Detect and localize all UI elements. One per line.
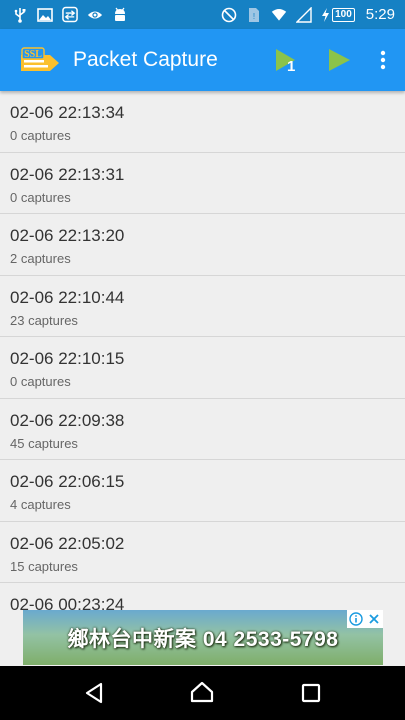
home-icon bbox=[191, 681, 214, 703]
session-timestamp: 02-06 22:06:15 bbox=[10, 472, 125, 491]
session-timestamp: 02-06 22:13:20 bbox=[10, 226, 125, 245]
session-timestamp: 02-06 22:10:15 bbox=[10, 349, 125, 368]
do-not-disturb-icon bbox=[221, 7, 237, 23]
session-capture-count: 0 captures bbox=[10, 128, 71, 143]
screen: ! 100 5:29 SSL Packet Capture 1 02-06 22… bbox=[0, 0, 405, 720]
app-logo-icon: SSL bbox=[18, 45, 62, 75]
navigation-bar bbox=[0, 666, 405, 720]
session-timestamp: 02-06 22:13:34 bbox=[10, 103, 125, 122]
home-button[interactable] bbox=[177, 668, 227, 718]
session-capture-count: 23 captures bbox=[10, 312, 78, 328]
wifi-icon bbox=[271, 7, 287, 23]
back-button[interactable] bbox=[69, 668, 119, 718]
session-timestamp: 02-06 22:09:38 bbox=[10, 410, 125, 430]
start-target-app-button[interactable]: 1 bbox=[261, 36, 309, 84]
battery-charging-icon: 100 bbox=[321, 7, 355, 23]
session-timestamp: 02-06 22:13:31 bbox=[10, 164, 125, 184]
list-item[interactable]: 02-06 22:13:34 0 captures bbox=[0, 91, 405, 153]
session-capture-count: 0 captures bbox=[10, 374, 71, 389]
svg-text:!: ! bbox=[253, 12, 255, 21]
list-item[interactable]: 02-06 22:10:44 23 captures bbox=[0, 276, 405, 337]
list-item[interactable]: 02-06 22:13:20 2 captures bbox=[0, 214, 405, 276]
eye-icon bbox=[87, 7, 103, 23]
recents-button[interactable] bbox=[286, 668, 336, 718]
more-vert-icon bbox=[380, 50, 386, 70]
image-icon bbox=[37, 7, 53, 23]
session-capture-count: 45 captures bbox=[10, 435, 78, 451]
app-bar: SSL Packet Capture 1 bbox=[0, 29, 405, 91]
status-bar: ! 100 5:29 bbox=[0, 0, 405, 29]
ad-info-icon[interactable] bbox=[347, 610, 365, 628]
play-icon bbox=[329, 49, 350, 71]
list-item[interactable]: 02-06 22:10:15 0 captures bbox=[0, 337, 405, 399]
list-item[interactable]: 02-06 22:05:02 15 captures bbox=[0, 522, 405, 583]
session-timestamp: 02-06 00:23:24 bbox=[10, 595, 125, 611]
session-capture-count: 0 captures bbox=[10, 189, 71, 205]
session-timestamp: 02-06 22:05:02 bbox=[10, 533, 125, 553]
app-logo-text: SSL bbox=[24, 49, 42, 60]
sim-icon: ! bbox=[246, 7, 262, 23]
target-count-badge: 1 bbox=[287, 58, 296, 75]
capture-session-list: 02-06 22:13:34 0 captures 02-06 22:13:31… bbox=[0, 91, 405, 611]
status-bar-right: ! 100 5:29 bbox=[221, 6, 395, 23]
android-icon bbox=[112, 7, 128, 23]
battery-level: 100 bbox=[332, 7, 355, 22]
signal-icon bbox=[296, 6, 312, 23]
ad-text: 鄉林台中新案 04 2533-5798 bbox=[67, 627, 339, 651]
session-capture-count: 4 captures bbox=[10, 497, 71, 512]
overflow-menu-button[interactable] bbox=[363, 36, 403, 84]
vpn-icon bbox=[62, 6, 78, 23]
clock: 5:29 bbox=[365, 6, 395, 23]
list-item[interactable]: 02-06 22:09:38 45 captures bbox=[0, 399, 405, 460]
status-bar-left bbox=[12, 6, 128, 23]
back-icon bbox=[86, 682, 103, 704]
recents-icon bbox=[301, 683, 320, 703]
session-capture-count: 2 captures bbox=[10, 251, 71, 266]
session-capture-count: 15 captures bbox=[10, 558, 78, 574]
session-timestamp: 02-06 22:10:44 bbox=[10, 287, 125, 307]
page-title: Packet Capture bbox=[73, 48, 218, 71]
ad-controls bbox=[347, 610, 383, 628]
ad-close-icon[interactable] bbox=[365, 610, 383, 628]
list-item[interactable]: 02-06 22:13:31 0 captures bbox=[0, 153, 405, 214]
list-item[interactable]: 02-06 22:06:15 4 captures bbox=[0, 460, 405, 522]
list-item[interactable]: 02-06 00:23:24 bbox=[0, 583, 405, 611]
ad-banner[interactable]: 鄉林台中新案 04 2533-5798 bbox=[23, 610, 383, 665]
usb-icon bbox=[12, 7, 28, 23]
start-capture-button[interactable] bbox=[315, 36, 363, 84]
